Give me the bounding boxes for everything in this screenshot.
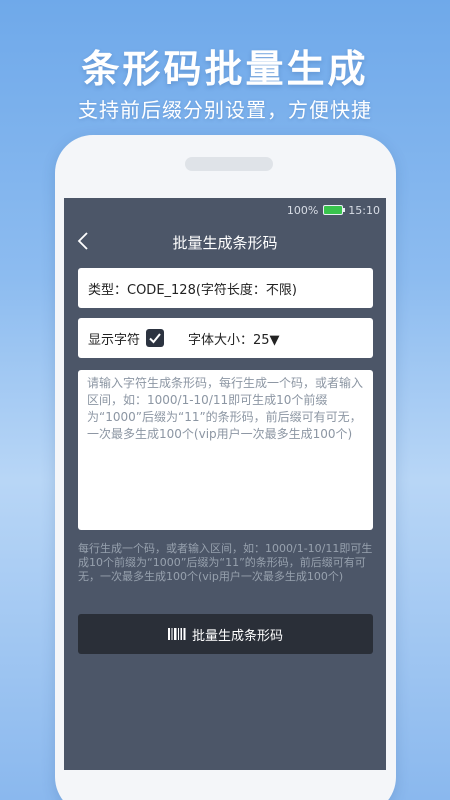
page-title: 批量生成条形码 <box>172 234 278 252</box>
font-size-dropdown[interactable]: 字体大小：25▼ <box>188 329 280 348</box>
app-bar: 批量生成条形码 <box>64 222 386 262</box>
generate-barcodes-button[interactable]: 批量生成条形码 <box>78 614 373 654</box>
barcode-type-label: 类型：CODE_128(字符长度：不限) <box>88 283 297 298</box>
barcode-text-input[interactable] <box>78 370 373 530</box>
battery-percent: 100% <box>286 203 319 217</box>
status-time: 15:10 <box>348 203 380 217</box>
status-bar: 100% 15:10 <box>287 202 380 218</box>
usage-hint: 每行生成一个码，或者输入区间，如：1000/1-10/11即可生成10个前缀为“… <box>78 542 373 583</box>
promo-title: 条形码批量生成 <box>81 47 369 91</box>
battery-icon <box>323 205 346 215</box>
show-chars-label: 显示字符 <box>88 332 141 348</box>
options-row: 显示字符 字体大小：25▼ <box>78 318 373 358</box>
show-chars-checkbox[interactable] <box>146 329 165 347</box>
phone-speaker <box>185 157 273 171</box>
barcode-icon <box>167 628 186 640</box>
generate-button-label: 批量生成条形码 <box>191 628 283 644</box>
promo-subtitle: 支持前后缀分别设置，方便快捷 <box>78 98 372 122</box>
checkmark-icon <box>149 333 161 344</box>
app-screen: 100% 15:10 批量生成条形码 类型：CODE_128(字符长度：不限) … <box>64 198 386 770</box>
barcode-type-selector[interactable]: 类型：CODE_128(字符长度：不限) <box>78 268 373 308</box>
phone-frame: 100% 15:10 批量生成条形码 类型：CODE_128(字符长度：不限) … <box>55 135 396 800</box>
